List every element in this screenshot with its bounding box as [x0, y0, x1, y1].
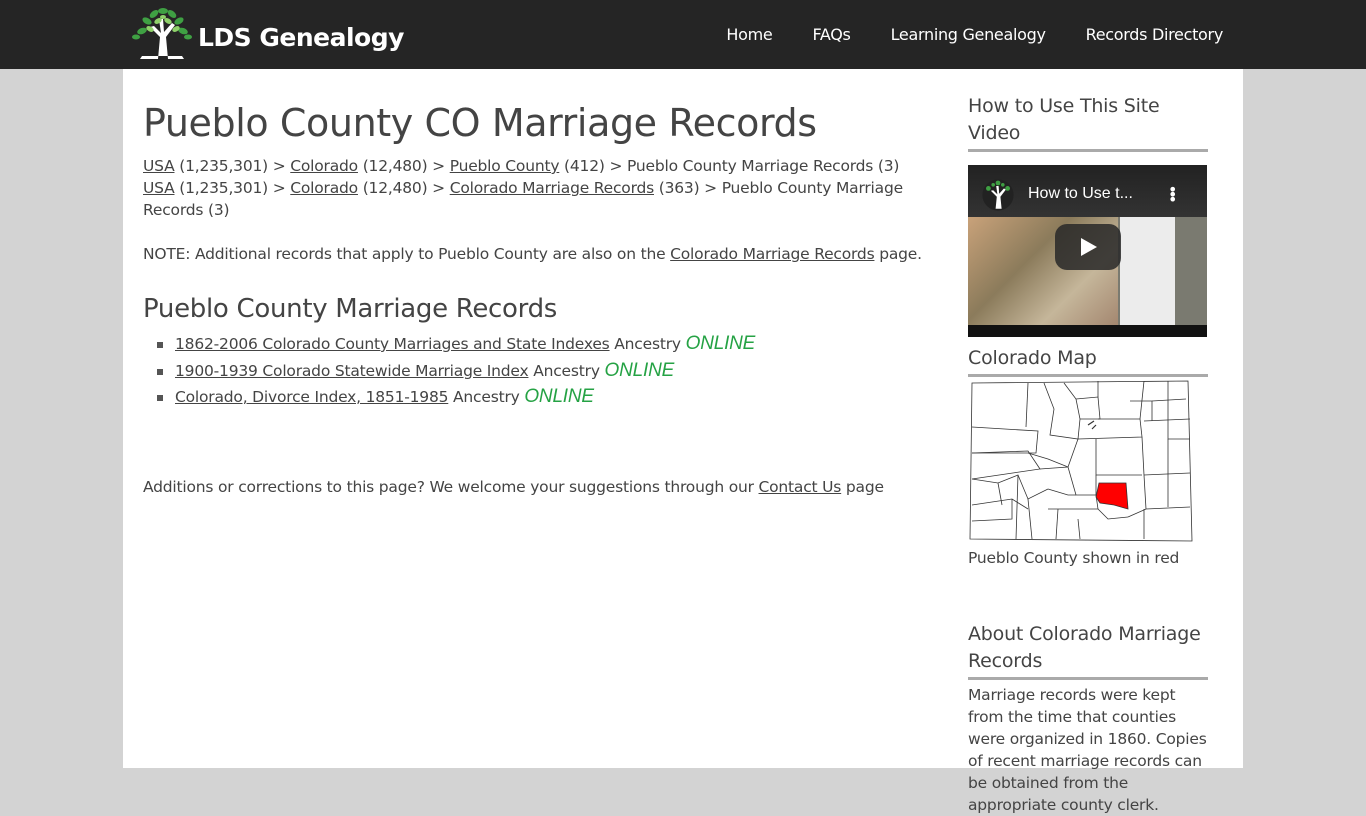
main-content: Pueblo County CO Marriage Records USA (1…	[143, 69, 933, 496]
page-container: Pueblo County CO Marriage Records USA (1…	[123, 69, 1243, 814]
breadcrumb-separator: >	[272, 179, 286, 197]
map-caption: Pueblo County shown in red	[968, 549, 1180, 567]
list-item: Colorado, Divorce Index, 1851-1985 Ances…	[157, 384, 933, 411]
note-paragraph: NOTE: Additional records that apply to P…	[143, 243, 933, 265]
record-source: Ancestry	[453, 388, 520, 406]
breadcrumb-count: (12,480)	[362, 157, 428, 175]
breadcrumb-separator: >	[272, 157, 286, 175]
record-link[interactable]: Colorado, Divorce Index, 1851-1985	[175, 388, 448, 406]
breadcrumb-separator: >	[704, 179, 717, 197]
map-heading: Colorado Map	[968, 345, 1208, 377]
bullet-icon	[157, 342, 163, 348]
records-list: 1862-2006 Colorado County Marriages and …	[157, 331, 933, 411]
video-title: How to Use t...	[1028, 185, 1133, 202]
contact-us-link[interactable]: Contact Us	[759, 478, 842, 496]
about-heading: About Colorado Marriage Records	[968, 621, 1208, 680]
breadcrumb-usa[interactable]: USA	[143, 157, 175, 175]
section-heading: Pueblo County Marriage Records	[143, 294, 558, 324]
tree-logo-icon	[982, 179, 1014, 211]
online-badge: ONLINE	[604, 359, 675, 381]
main-nav: Home FAQs Learning Genealogy Records Dir…	[686, 0, 1223, 69]
nav-home[interactable]: Home	[726, 25, 772, 44]
breadcrumb-current: Pueblo County Marriage Records	[626, 157, 874, 175]
sidebar: How to Use This Site Video How to Use t.…	[968, 69, 1208, 816]
breadcrumb-separator: >	[432, 179, 445, 197]
record-link[interactable]: 1900-1939 Colorado Statewide Marriage In…	[175, 362, 529, 380]
breadcrumb-separator: >	[609, 157, 623, 175]
breadcrumb-count: (3)	[877, 157, 900, 175]
note-suffix: page.	[879, 245, 922, 263]
record-source: Ancestry	[533, 361, 600, 380]
corrections-note: Additions or corrections to this page? W…	[143, 476, 884, 498]
top-navigation-bar: LDS Genealogy Home FAQs Learning Genealo…	[0, 0, 1366, 69]
list-item: 1862-2006 Colorado County Marriages and …	[157, 331, 933, 358]
breadcrumb-line-2: USA (1,235,301) > Colorado (12,480) > Co…	[143, 177, 933, 221]
record-link[interactable]: 1862-2006 Colorado County Marriages and …	[175, 335, 610, 353]
list-item: 1900-1939 Colorado Statewide Marriage In…	[157, 358, 933, 385]
site-logo[interactable]: LDS Genealogy	[132, 7, 404, 61]
page-title: Pueblo County CO Marriage Records	[143, 101, 817, 145]
breadcrumb-pueblo-county[interactable]: Pueblo County	[450, 157, 560, 175]
tree-logo-icon	[132, 8, 192, 59]
breadcrumb-count: (1,235,301)	[179, 157, 268, 175]
nav-faqs[interactable]: FAQs	[812, 25, 850, 44]
bullet-icon	[157, 395, 163, 401]
video-player[interactable]: How to Use t... • • •	[968, 165, 1207, 337]
breadcrumb-usa[interactable]: USA	[143, 179, 175, 197]
corrections-text: Additions or corrections to this page? W…	[143, 478, 754, 496]
breadcrumb-count: (1,235,301)	[179, 179, 268, 197]
breadcrumb-count: (12,480)	[362, 179, 428, 197]
breadcrumb-count: (412)	[564, 157, 605, 175]
note-text: NOTE: Additional records that apply to P…	[143, 245, 666, 263]
colorado-county-map	[969, 380, 1193, 542]
online-badge: ONLINE	[524, 386, 594, 407]
colorado-marriage-records-link[interactable]: Colorado Marriage Records	[670, 245, 874, 263]
corrections-suffix: page	[845, 478, 884, 496]
bullet-icon	[157, 368, 163, 375]
about-text: Marriage records were kept from the time…	[968, 686, 1207, 814]
breadcrumb-colorado-marriage-records[interactable]: Colorado Marriage Records	[450, 179, 654, 197]
online-badge: ONLINE	[685, 333, 756, 354]
breadcrumb-colorado[interactable]: Colorado	[290, 157, 358, 175]
record-source: Ancestry	[614, 335, 681, 353]
more-options-icon[interactable]: • • •	[1168, 182, 1177, 208]
play-button-icon[interactable]	[1055, 224, 1121, 270]
breadcrumb-count: (363)	[658, 179, 700, 197]
breadcrumb-separator: >	[432, 157, 445, 175]
breadcrumb-count: (3)	[207, 201, 230, 219]
breadcrumb-colorado[interactable]: Colorado	[290, 179, 358, 197]
site-name: LDS Genealogy	[198, 22, 404, 52]
video-heading: How to Use This Site Video	[968, 93, 1208, 152]
nav-learning-genealogy[interactable]: Learning Genealogy	[891, 25, 1046, 44]
pueblo-county-highlight	[1095, 482, 1129, 510]
breadcrumbs: USA (1,235,301) > Colorado (12,480) > Pu…	[143, 155, 933, 221]
nav-records-directory[interactable]: Records Directory	[1086, 25, 1224, 44]
breadcrumb-line-1: USA (1,235,301) > Colorado (12,480) > Pu…	[143, 155, 933, 177]
video-document	[1120, 217, 1175, 325]
